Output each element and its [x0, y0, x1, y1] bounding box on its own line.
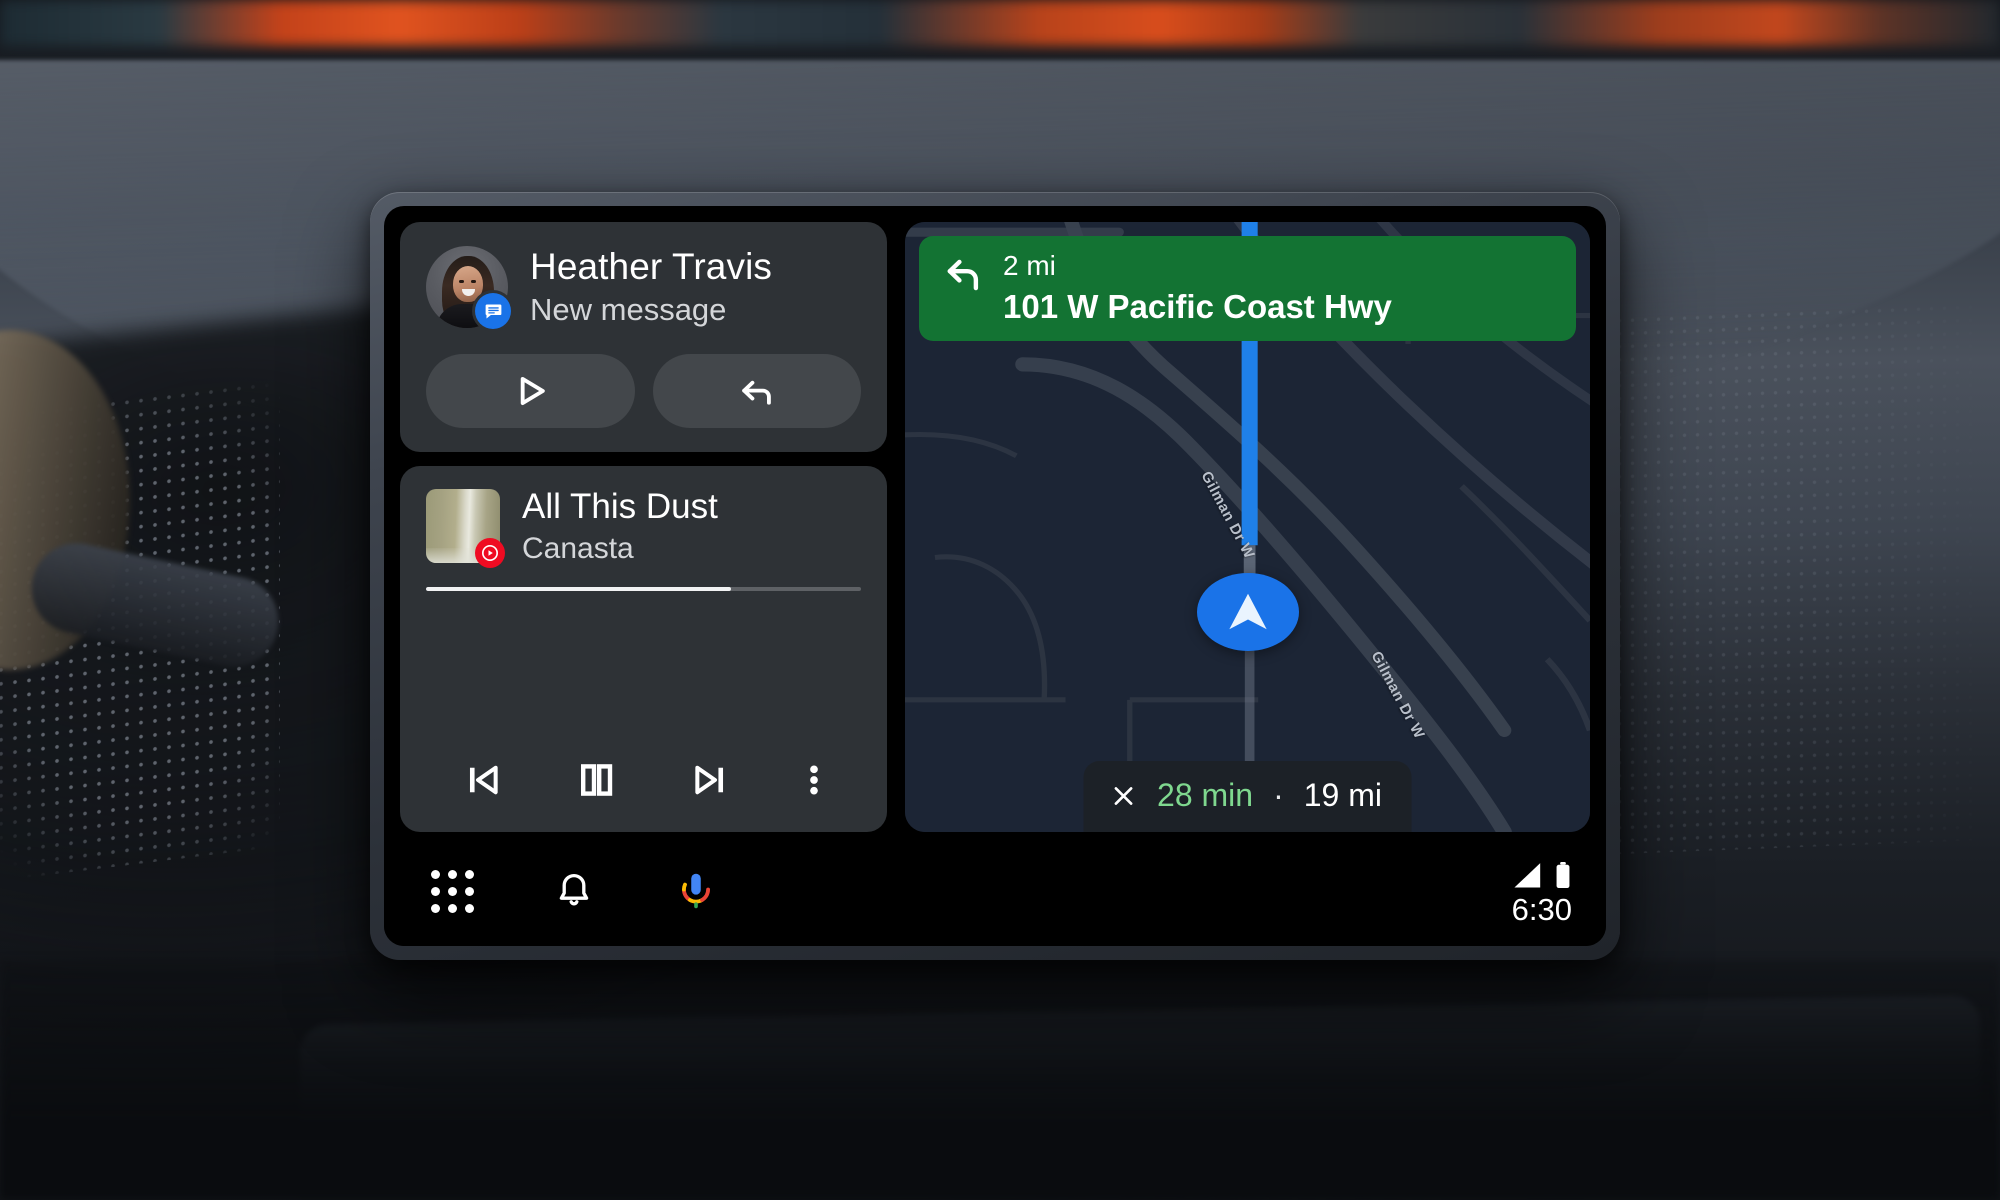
notification-text: Heather Travis New message	[530, 245, 772, 328]
skip-previous-icon	[460, 757, 506, 803]
reply-arrow-icon	[735, 369, 779, 413]
media-player-card[interactable]: All This Dust Canasta	[400, 466, 887, 832]
avatar-face	[453, 266, 483, 302]
cellular-signal-icon	[1512, 862, 1546, 890]
status-icons	[1512, 858, 1572, 890]
navigation-map[interactable]: Gilman Dr W Gilman Dr W 2 mi 101 W Pacif…	[905, 222, 1590, 832]
head-unit-screen: Heather Travis New message All This Dust…	[384, 206, 1606, 946]
screen-content: Heather Travis New message All This Dust…	[384, 206, 1606, 836]
avatar-eye-left	[459, 280, 464, 283]
windshield-blur-band	[0, 0, 2000, 46]
eta-time: 28 min	[1157, 777, 1254, 813]
media-overflow-button[interactable]	[766, 748, 861, 812]
head-unit-bezel: Heather Travis New message All This Dust…	[370, 192, 1620, 960]
lower-dash-shadow	[0, 960, 2000, 1200]
notification-actions	[426, 354, 861, 428]
track-artist: Canasta	[522, 531, 634, 565]
avatar-eye-right	[471, 280, 476, 283]
close-x-icon[interactable]	[1109, 782, 1137, 810]
media-text: All This Dust Canasta	[522, 487, 718, 565]
app-grid-icon	[430, 869, 474, 913]
previous-track-button[interactable]	[426, 748, 539, 812]
next-track-button[interactable]	[653, 748, 766, 812]
assistant-button[interactable]	[668, 863, 724, 919]
status-bar-right: 6:30	[1512, 858, 1572, 925]
eta-separator: ·	[1273, 777, 1284, 813]
status-bar-buttons	[424, 863, 724, 919]
album-art-thumbnail	[426, 489, 505, 569]
navigation-chevron-icon	[1220, 584, 1276, 640]
navigation-banner-text: 2 mi 101 W Pacific Coast Hwy	[1003, 250, 1392, 325]
battery-icon	[1554, 861, 1572, 890]
google-mic-icon	[674, 869, 718, 913]
notifications-button[interactable]	[546, 863, 602, 919]
playback-progress-bar[interactable]	[426, 586, 861, 591]
reply-button[interactable]	[652, 354, 861, 428]
notification-card[interactable]: Heather Travis New message	[400, 222, 887, 452]
pause-icon	[572, 756, 620, 804]
bell-icon	[553, 870, 595, 912]
current-position-marker	[1196, 573, 1299, 652]
play-icon	[508, 369, 552, 413]
more-vert-icon	[794, 760, 834, 800]
youtube-music-icon	[475, 538, 505, 569]
car-dashboard-scene: Heather Travis New message All This Dust…	[0, 0, 2000, 1200]
notification-header: Heather Travis New message	[426, 245, 861, 329]
google-messages-icon	[475, 293, 511, 329]
navigation-street: 101 W Pacific Coast Hwy	[1003, 288, 1392, 325]
notification-sender: Heather Travis	[530, 245, 772, 287]
all-apps-button[interactable]	[424, 863, 480, 919]
left-column: Heather Travis New message All This Dust…	[400, 222, 887, 832]
notification-subtitle: New message	[530, 292, 727, 328]
clock: 6:30	[1511, 891, 1572, 927]
eta-pill[interactable]: 28 min · 19 mi	[1083, 761, 1412, 832]
navigation-banner[interactable]: 2 mi 101 W Pacific Coast Hwy	[919, 236, 1576, 342]
turn-left-arrow-icon	[941, 252, 987, 298]
playback-progress-fill	[426, 586, 731, 591]
play-message-button[interactable]	[426, 354, 635, 428]
eta-distance: 19 mi	[1303, 777, 1382, 813]
skip-next-icon	[687, 757, 733, 803]
navigation-distance: 2 mi	[1003, 250, 1056, 281]
media-controls	[426, 730, 861, 812]
media-header: All This Dust Canasta	[426, 487, 861, 569]
status-bar: 6:30	[384, 836, 1606, 946]
track-title: All This Dust	[522, 487, 718, 526]
pause-button[interactable]	[539, 748, 652, 812]
avatar	[426, 246, 511, 329]
